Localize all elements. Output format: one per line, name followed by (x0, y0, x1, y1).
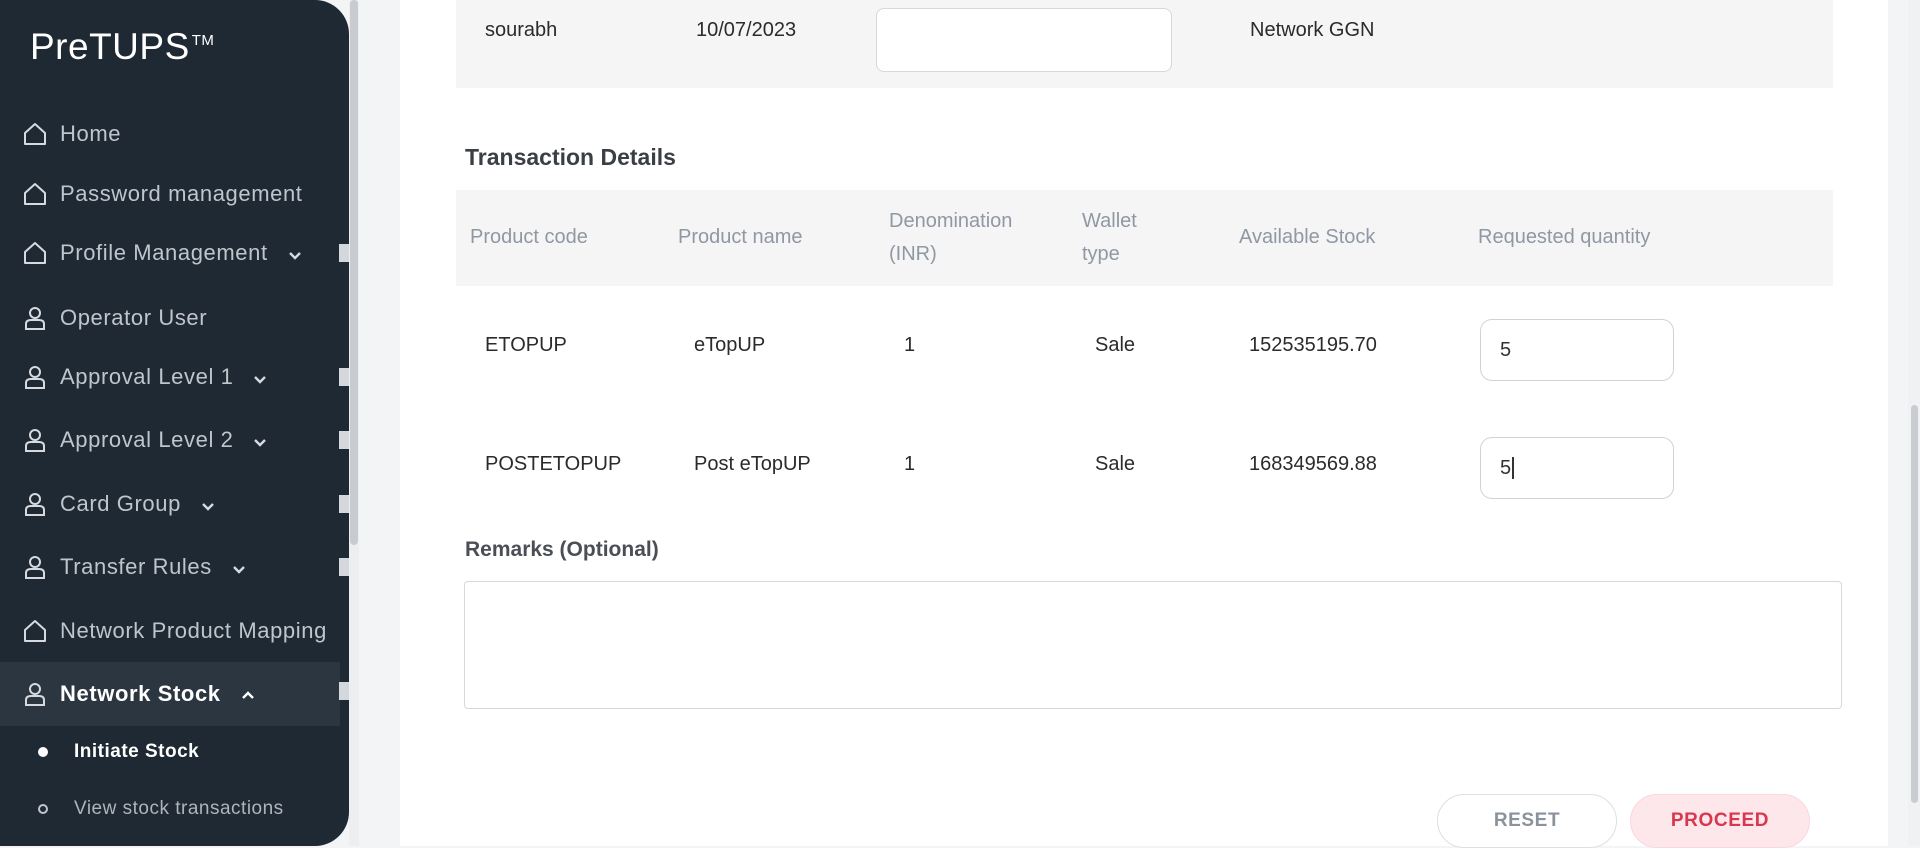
user-icon (20, 425, 50, 455)
sidebar-item-label: Home (60, 121, 122, 146)
user-icon (20, 679, 50, 709)
column-header-product-name: Product name (678, 226, 803, 248)
home-icon (20, 119, 50, 149)
requested-quantity-input[interactable]: 5 (1480, 437, 1674, 499)
cell-product-name: eTopUP (694, 334, 766, 356)
sidebar-item-approval-level-2[interactable]: Approval Level 2 (0, 410, 340, 470)
sidebar: PreTUPS TM Home Password management Profi… (0, 0, 349, 846)
main-card (400, 0, 1888, 846)
sidebar-subitem-initiate-stock[interactable]: Initiate Stock (0, 727, 340, 777)
chevron-down-icon (199, 495, 217, 513)
sidebar-item-label: Transfer Rules (60, 554, 212, 579)
date-value: 10/07/2023 (696, 19, 797, 41)
sidebar-item-operator-user[interactable]: Operator User (0, 288, 340, 348)
sidebar-item-label: Profile Management (60, 240, 268, 265)
chevron-down-icon (251, 431, 269, 449)
sidebar-subitem-label: View stock transactions (74, 798, 284, 819)
sidebar-scrollbar[interactable] (349, 0, 359, 846)
reset-button[interactable]: RESET (1437, 794, 1617, 848)
sidebar-item-password-management[interactable]: Password management (0, 164, 340, 224)
scroll-marker (339, 368, 349, 386)
chevron-up-icon (239, 685, 257, 703)
cell-available-stock: 152535195.70 (1249, 334, 1377, 356)
user-icon (20, 552, 50, 582)
column-header-wallet-type: Wallet type (1082, 205, 1137, 271)
input-value: 5 (1500, 456, 1512, 479)
input-value: 5 (1500, 338, 1512, 361)
cell-denomination: 1 (904, 453, 916, 475)
cell-product-name: Post eTopUP (694, 453, 811, 475)
cell-available-stock: 168349569.88 (1249, 453, 1377, 475)
sidebar-item-label: Operator User (60, 305, 208, 330)
scroll-marker (339, 431, 349, 449)
sidebar-subitem-view-stock-transactions[interactable]: View stock transactions (0, 784, 340, 834)
cell-wallet-type: Sale (1095, 453, 1136, 475)
user-name: sourabh (485, 19, 558, 41)
column-header-product-code: Product code (470, 226, 588, 248)
cell-wallet-type: Sale (1095, 334, 1136, 356)
text-caret (1512, 457, 1514, 479)
info-input[interactable] (876, 8, 1172, 72)
remarks-label: Remarks (Optional) (465, 538, 659, 561)
home-icon (20, 238, 50, 268)
sidebar-item-label: Card Group (60, 491, 181, 516)
scroll-marker (339, 244, 349, 262)
header-line: Wallet (1082, 210, 1137, 232)
sidebar-item-label: Network Stock (60, 681, 221, 706)
sidebar-item-approval-level-1[interactable]: Approval Level 1 (0, 347, 340, 407)
network-name: Network GGN (1250, 19, 1375, 41)
sidebar-item-network-stock[interactable]: Network Stock (0, 662, 340, 726)
user-icon (20, 489, 50, 519)
home-icon (20, 179, 50, 209)
sidebar-item-label: Password management (60, 181, 303, 206)
header-line: type (1082, 243, 1120, 265)
brand-name: PreTUPS (30, 26, 190, 67)
remarks-textarea[interactable] (464, 581, 1842, 709)
requested-quantity-input[interactable]: 5 (1480, 319, 1674, 381)
sidebar-item-home[interactable]: Home (0, 104, 340, 164)
page-scrollbar-thumb[interactable] (1911, 405, 1918, 803)
user-icon (20, 303, 50, 333)
chevron-down-icon (230, 558, 248, 576)
sidebar-item-label: Approval Level 2 (60, 427, 234, 452)
user-icon (20, 362, 50, 392)
scroll-marker (339, 495, 349, 513)
scroll-marker (339, 682, 349, 700)
cell-product-code: ETOPUP (485, 334, 567, 356)
column-header-available-stock: Available Stock (1239, 226, 1376, 248)
column-header-requested-quantity: Requested quantity (1478, 226, 1651, 248)
trademark-mark: TM (191, 32, 215, 49)
cell-denomination: 1 (904, 334, 916, 356)
sidebar-subitem-label: Initiate Stock (74, 741, 200, 762)
sidebar-item-card-group[interactable]: Card Group (0, 474, 340, 534)
bullet-hollow-icon (38, 804, 48, 814)
proceed-button[interactable]: PROCEED (1630, 794, 1810, 848)
bullet-filled-icon (38, 747, 48, 757)
header-line: Denomination (889, 210, 1013, 232)
sidebar-item-transfer-rules[interactable]: Transfer Rules (0, 537, 340, 597)
chevron-down-icon (286, 244, 304, 262)
chevron-down-icon (251, 368, 269, 386)
sidebar-item-label: Network Product Mapping (60, 618, 327, 643)
brand-logo: PreTUPS TM (30, 26, 214, 68)
sidebar-item-network-product-mapping[interactable]: Network Product Mapping (0, 601, 340, 661)
page-scrollbar[interactable] (1908, 0, 1920, 846)
sidebar-scrollbar-thumb[interactable] (350, 0, 358, 545)
section-title: Transaction Details (465, 144, 676, 170)
scroll-marker (339, 558, 349, 576)
home-icon (20, 616, 50, 646)
header-line: (INR) (889, 243, 937, 265)
column-header-denomination: Denomination (INR) (889, 205, 1012, 271)
cell-product-code: POSTETOPUP (485, 453, 622, 475)
sidebar-item-profile-management[interactable]: Profile Management (0, 223, 340, 283)
sidebar-item-label: Approval Level 1 (60, 364, 234, 389)
